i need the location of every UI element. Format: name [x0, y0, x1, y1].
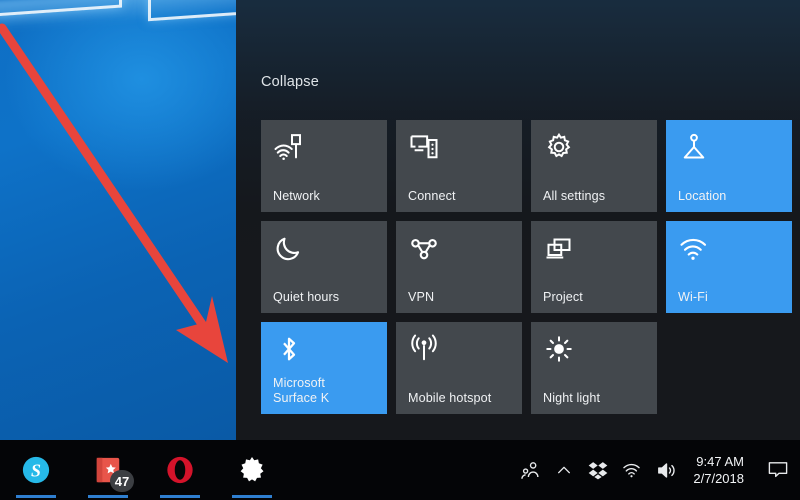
system-tray: 9:47 AM 2/7/2018 — [513, 440, 800, 500]
project-icon — [544, 233, 574, 263]
running-indicator — [160, 495, 200, 498]
night-light-icon — [544, 334, 574, 364]
chevron-up-icon[interactable] — [547, 440, 581, 500]
running-indicator — [88, 495, 128, 498]
quick-action-empty-slot — [666, 322, 792, 414]
wifi-icon[interactable] — [615, 440, 649, 500]
tile-row: Microsoft Surface K Mobile hotspot Night… — [261, 322, 800, 414]
svg-text:S: S — [31, 461, 41, 481]
quick-action-night-light[interactable]: Night light — [531, 322, 657, 414]
tile-label: Connect — [408, 189, 456, 203]
tile-label: Network — [273, 189, 320, 203]
taskbar-item-opera[interactable] — [144, 440, 216, 500]
tile-label: All settings — [543, 189, 606, 203]
quick-action-tile-grid: Network Connect All settings Location Qu… — [261, 120, 800, 423]
action-center-panel: Collapse Network Connect All settings Lo… — [236, 0, 800, 440]
network-icon — [274, 132, 304, 162]
windows-logo-pane-right — [148, 0, 236, 22]
quick-action-all-settings[interactable]: All settings — [531, 120, 657, 212]
tile-label: Project — [543, 290, 583, 304]
quick-action-quiet-hours[interactable]: Quiet hours — [261, 221, 387, 313]
taskbar-item-store[interactable]: 47 — [72, 440, 144, 500]
clock-time: 9:47 AM — [696, 454, 744, 469]
gear-icon — [240, 457, 264, 482]
taskbar-app-list: S 47 — [0, 440, 288, 500]
dropbox-icon[interactable] — [581, 440, 615, 500]
clock-date: 2/7/2018 — [693, 471, 744, 486]
tile-row: Network Connect All settings Location — [261, 120, 800, 212]
skype-icon: S — [22, 456, 50, 484]
quick-action-bluetooth-device[interactable]: Microsoft Surface K — [261, 322, 387, 414]
tile-label: VPN — [408, 290, 435, 304]
taskbar-item-skype[interactable]: S — [0, 440, 72, 500]
wifi-icon — [679, 233, 709, 263]
quick-action-wifi[interactable]: Wi-Fi — [666, 221, 792, 313]
quick-action-location[interactable]: Location — [666, 120, 792, 212]
desktop-wallpaper[interactable] — [0, 0, 236, 440]
running-indicator — [232, 495, 272, 498]
people-icon[interactable] — [513, 440, 547, 500]
moon-icon — [274, 233, 304, 263]
quick-action-vpn[interactable]: VPN — [396, 221, 522, 313]
quick-action-connect[interactable]: Connect — [396, 120, 522, 212]
action-center-button[interactable] — [756, 440, 800, 500]
hotspot-icon — [409, 334, 439, 364]
vpn-icon — [409, 233, 439, 263]
quick-action-project[interactable]: Project — [531, 221, 657, 313]
tile-row: Quiet hours VPN Project Wi-Fi — [261, 221, 800, 313]
collapse-button[interactable]: Collapse — [261, 74, 319, 90]
location-icon — [679, 132, 709, 162]
opera-icon — [167, 456, 193, 484]
tile-label: Microsoft Surface K — [273, 376, 330, 405]
action-center-icon — [768, 462, 788, 478]
tile-label: Night light — [543, 391, 601, 405]
tile-label: Mobile hotspot — [408, 391, 492, 405]
quick-action-network[interactable]: Network — [261, 120, 387, 212]
tile-label: Location — [678, 189, 727, 203]
notification-badge: 47 — [110, 470, 134, 492]
tile-label: Quiet hours — [273, 290, 340, 304]
running-indicator — [16, 495, 56, 498]
taskbar-item-settings[interactable] — [216, 440, 288, 500]
volume-icon[interactable] — [649, 440, 683, 500]
quick-action-mobile-hotspot[interactable]: Mobile hotspot — [396, 322, 522, 414]
gear-icon — [544, 132, 574, 162]
screen: Collapse Network Connect All settings Lo… — [0, 0, 800, 500]
taskbar-clock[interactable]: 9:47 AM 2/7/2018 — [683, 440, 756, 500]
connect-icon — [409, 132, 439, 162]
tile-label: Wi-Fi — [678, 290, 708, 304]
bluetooth-icon — [274, 334, 304, 364]
taskbar: S 47 9:47 AM 2/7/2018 — [0, 440, 800, 500]
